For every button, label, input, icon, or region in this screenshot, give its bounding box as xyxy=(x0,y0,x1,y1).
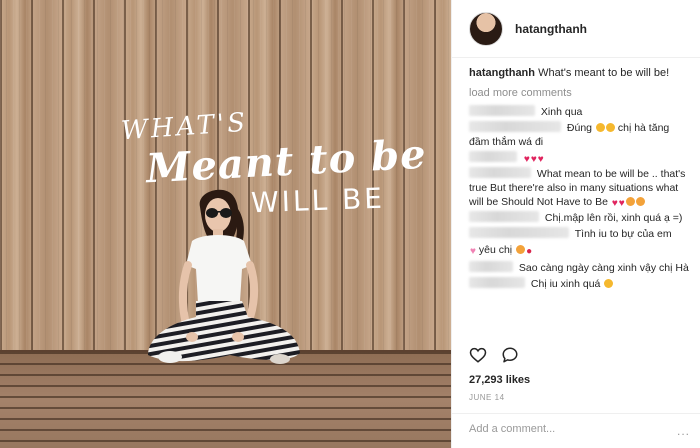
caption-username[interactable]: hatangthanh xyxy=(469,67,535,79)
heart-emoji-icon: ♥ xyxy=(523,154,530,165)
comment-item: Chị iu xinh quá xyxy=(469,277,689,291)
post-header: hatangthanh xyxy=(452,0,700,58)
comment-item: Chị.mập lên rồi, xinh quá ạ =) xyxy=(469,211,689,225)
smile-emoji-icon xyxy=(604,279,614,288)
blurred-username[interactable] xyxy=(469,105,535,116)
comment-text: Chị iu xinh quá xyxy=(530,278,601,290)
heart-emoji-icon: ♥ xyxy=(618,198,625,209)
comment-item: ♥♥♥ xyxy=(469,151,689,165)
comments-list: hatangthanh What's meant to be will be! … xyxy=(452,58,700,340)
comment-text: yêu chị xyxy=(478,244,513,256)
comment-item: Tình iu to bự của em xyxy=(469,227,689,241)
seated-woman-figure xyxy=(148,189,300,364)
comment-item: What mean to be will be .. that's true B… xyxy=(469,167,689,209)
smile-emoji-icon xyxy=(605,123,615,132)
heart-emoji-icon: ♥ xyxy=(530,154,537,165)
comment-text: Sao càng ngày càng xinh vậy chị Hà xyxy=(518,262,689,274)
comment-item: Xinh qua xyxy=(469,105,689,119)
post-actions xyxy=(469,346,519,364)
blurred-username[interactable] xyxy=(469,151,517,162)
post-caption: hatangthanh What's meant to be will be! xyxy=(469,66,689,81)
comment-item: Đúng chị hà tăng đầm thắm wá đi xyxy=(469,121,689,149)
comment-item: Sao càng ngày càng xinh vậy chị Hà xyxy=(469,261,689,275)
header-username[interactable]: hatangthanh xyxy=(515,22,587,36)
post-photo[interactable]: WHAT'S Meant to be WILL BE xyxy=(0,0,451,448)
load-more-comments-link[interactable]: load more comments xyxy=(469,86,689,101)
smile-emoji-icon xyxy=(595,123,605,132)
blurred-username[interactable] xyxy=(469,261,513,272)
blurred-username[interactable] xyxy=(469,277,525,288)
kiss-emoji-icon xyxy=(635,197,645,206)
likes-count[interactable]: 27,293 likes xyxy=(469,374,530,386)
blurred-username[interactable] xyxy=(469,167,531,178)
sparkling-heart-emoji-icon: ♥ xyxy=(470,246,476,257)
blurred-username[interactable] xyxy=(469,227,569,238)
blurred-username[interactable] xyxy=(469,211,539,222)
heart-emoji-icon: ♥ xyxy=(537,154,544,165)
add-comment-input[interactable]: Add a comment... xyxy=(452,413,700,448)
avatar[interactable] xyxy=(469,11,503,46)
speech-bubble-icon[interactable] xyxy=(501,346,519,364)
comment-text: Tình iu to bự của em xyxy=(574,228,672,240)
lips-emoji-icon: ● xyxy=(526,246,533,257)
blurred-username[interactable] xyxy=(469,121,561,132)
heart-emoji-icon: ♥ xyxy=(611,198,618,209)
post-side-panel: hatangthanh hatangthanh What's meant to … xyxy=(451,0,700,448)
heart-outline-icon[interactable] xyxy=(469,346,487,364)
comment-item: ♥ yêu chị ● xyxy=(469,243,689,259)
post-date[interactable]: JUNE 14 xyxy=(469,393,505,402)
more-dots-icon[interactable]: ... xyxy=(677,424,690,438)
comment-text: Chị.mập lên rồi, xinh quá ạ =) xyxy=(544,212,683,224)
comment-text: Đúng xyxy=(566,122,593,134)
comment-text: Xinh qua xyxy=(540,106,583,118)
caption-text: What's meant to be will be! xyxy=(538,67,670,79)
kiss-emoji-icon xyxy=(516,245,526,254)
kiss-emoji-icon xyxy=(625,197,635,206)
